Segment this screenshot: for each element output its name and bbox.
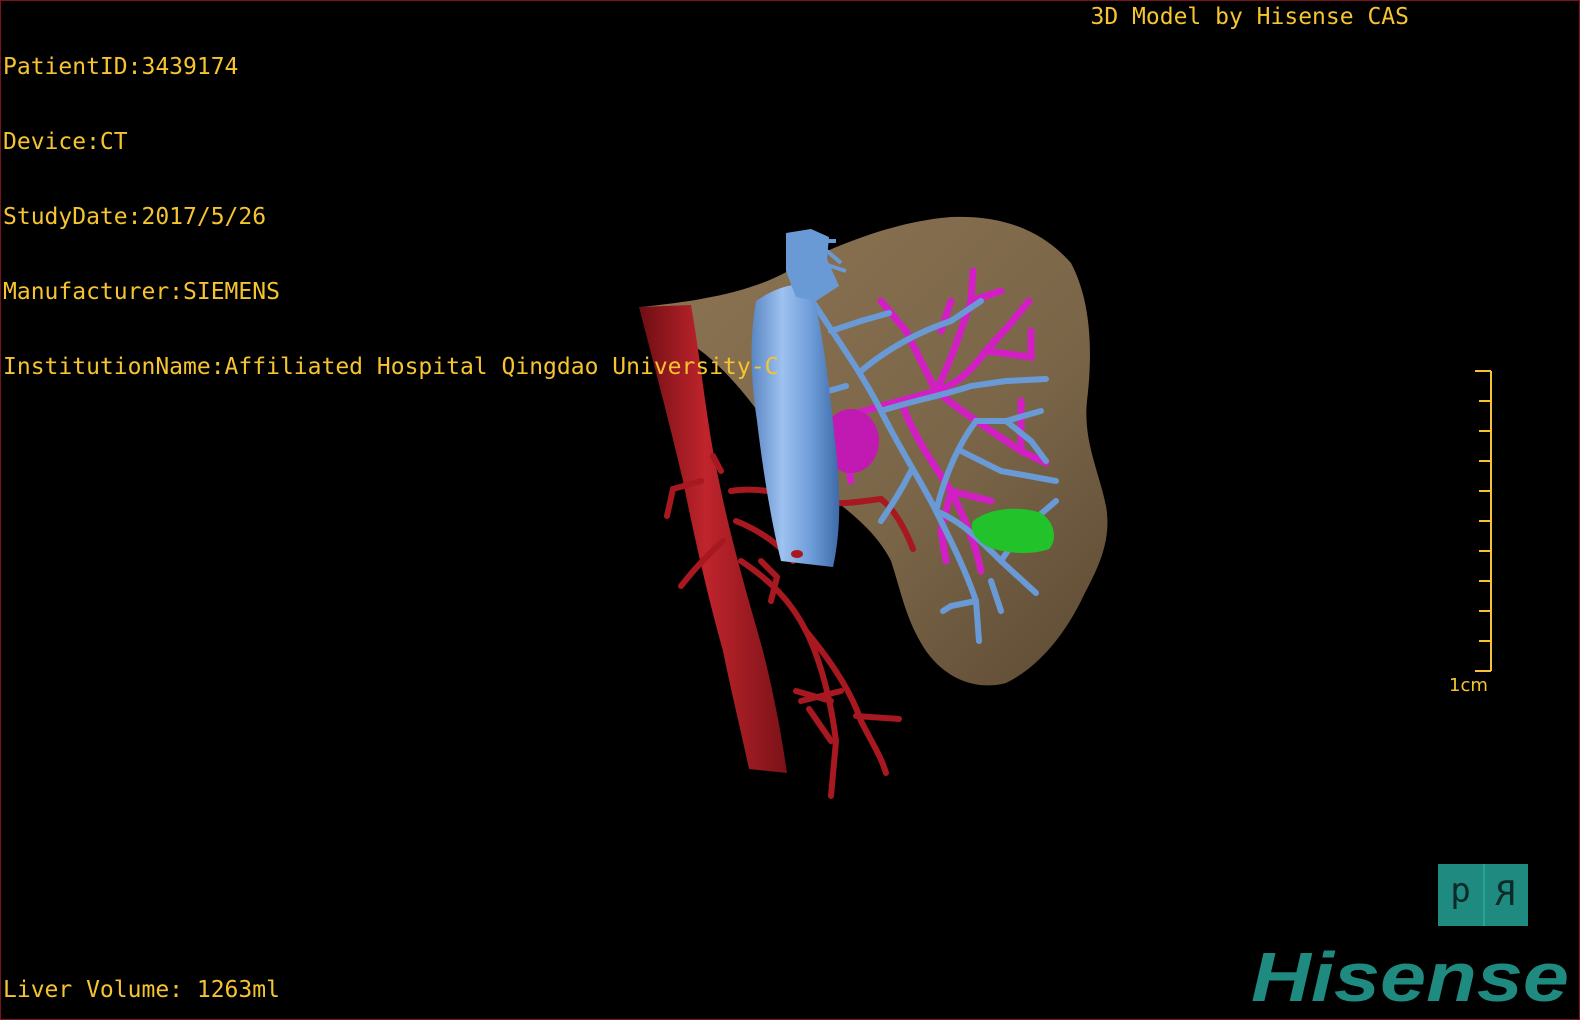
brand-text: Hisense xyxy=(1251,939,1569,1016)
device: Device:CT xyxy=(3,129,128,155)
orientation-cube-icon[interactable]: d R xyxy=(1438,864,1528,926)
scale-bar xyxy=(1475,370,1492,672)
patient-id: PatientID:3439174 xyxy=(3,54,239,80)
orientation-left-label: d xyxy=(1450,874,1471,914)
orientation-right-label: R xyxy=(1495,874,1516,914)
ivc-stump xyxy=(791,550,803,558)
hisense-logo: Hisense xyxy=(1251,939,1569,1016)
liver-volume: Liver Volume: 1263ml xyxy=(3,977,280,1003)
patient-info-overlay: PatientID:3439174 Device:CT StudyDate:20… xyxy=(3,5,778,430)
scale-bar-label: 1cm xyxy=(1449,675,1488,696)
study-date: StudyDate:2017/5/26 xyxy=(3,204,267,230)
model-credit: 3D Model by Hisense CAS xyxy=(1090,4,1410,30)
institution-name: InstitutionName:Affiliated Hospital Qing… xyxy=(3,354,779,380)
3d-viewport[interactable]: PatientID:3439174 Device:CT StudyDate:20… xyxy=(0,0,1580,1020)
manufacturer: Manufacturer:SIEMENS xyxy=(3,279,280,305)
